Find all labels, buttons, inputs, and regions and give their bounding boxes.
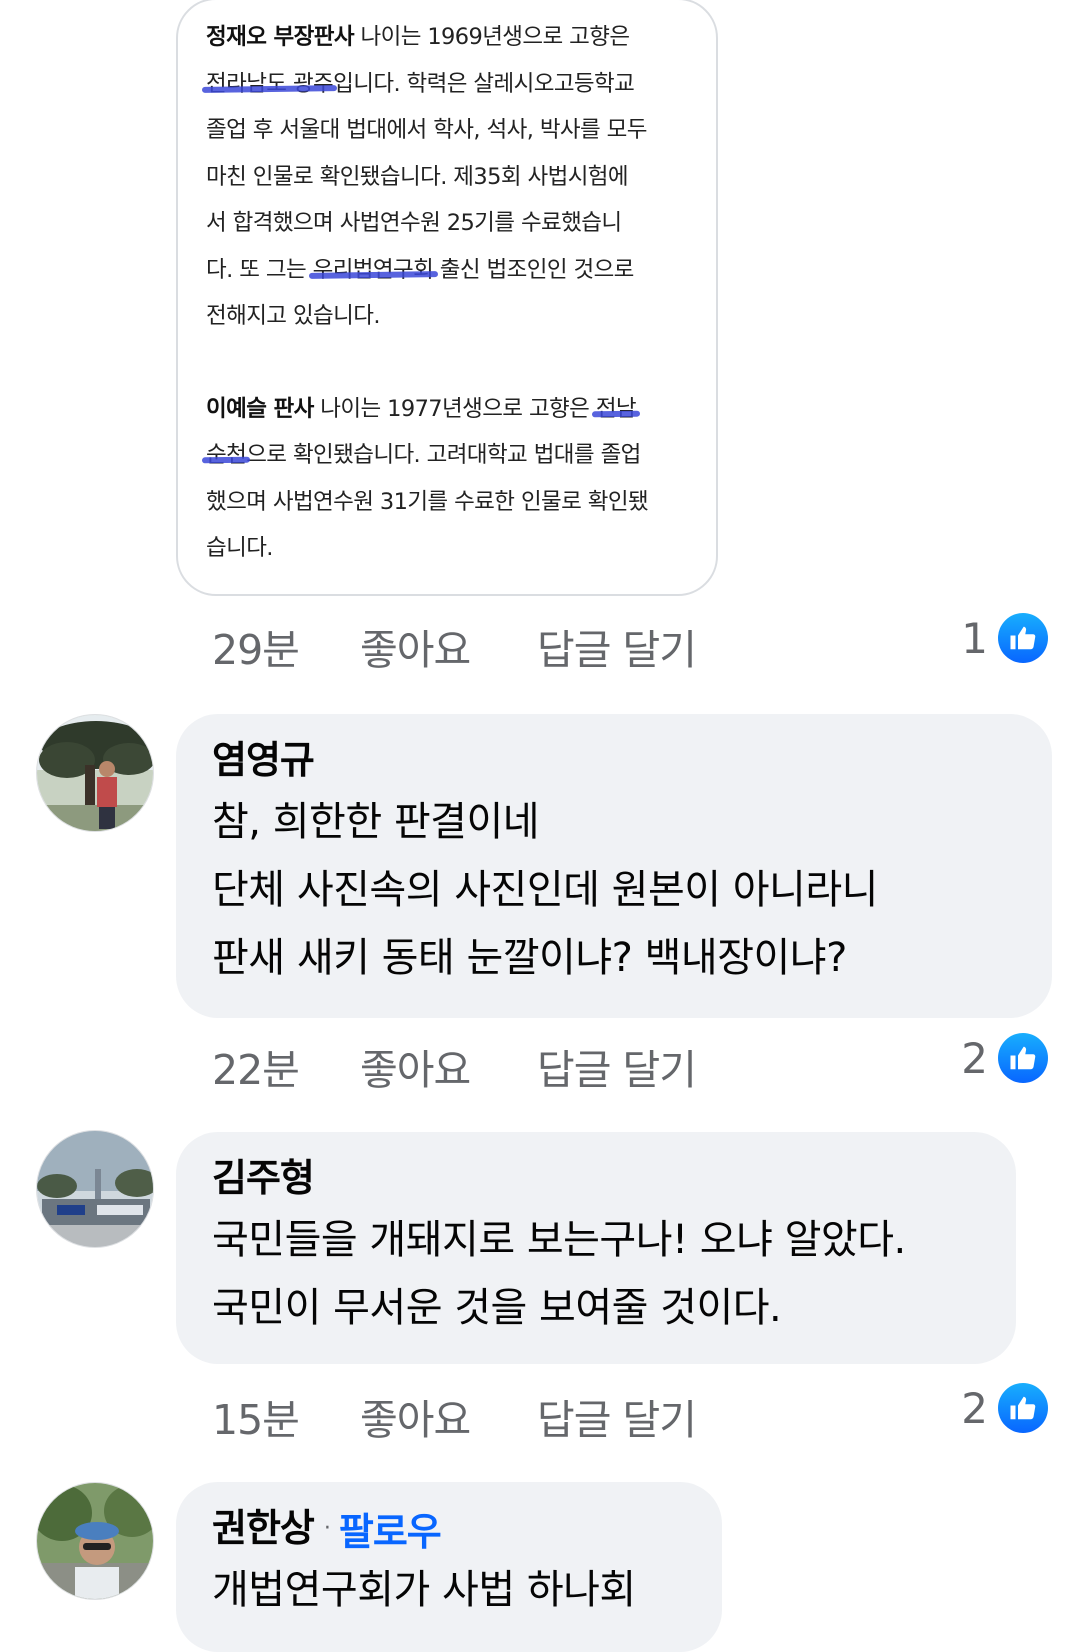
person-name: 정재오 부장판사	[206, 24, 355, 50]
comment-text: 판새 새키 동태 눈깔이냐? 백내장이냐?	[212, 935, 847, 981]
reaction-summary[interactable]: 2	[961, 1030, 1048, 1086]
follow-button[interactable]: 팔로우	[339, 1501, 442, 1556]
comment-text: 국민들을 개돼지로 보는구나! 오냐 알았다.	[212, 1217, 906, 1263]
person-name: 이예슬 판사	[206, 395, 314, 422]
avatar[interactable]	[36, 714, 154, 832]
reaction-count: 1	[961, 613, 988, 663]
like-button[interactable]: 좋아요	[360, 1386, 471, 1446]
comment-actions: 29분 좋아요 답글 달기 1	[212, 613, 1072, 676]
comment-header: 권한상 · 팔로우	[212, 1500, 686, 1556]
highlighted-text: 전남	[595, 395, 637, 422]
timestamp: 22분	[212, 1046, 300, 1094]
like-button[interactable]: 좋아요	[360, 1036, 471, 1096]
thumbs-up-icon	[998, 613, 1048, 663]
reply-button[interactable]: 답글 달기	[537, 616, 697, 676]
comment-text: 참, 희한한 판결이네	[212, 799, 540, 845]
article-text: 정재오 부장판사 나이는 1969년생으로 고향은 전라남도 광주입니다. 학력…	[206, 14, 701, 572]
avatar[interactable]	[36, 1130, 154, 1248]
comment-text: 개법연구회가 사법 하나회	[212, 1567, 636, 1613]
reaction-summary[interactable]: 1	[961, 610, 1048, 666]
highlighted-text: 전라남도 광주	[206, 70, 334, 97]
comment-author[interactable]: 김주형	[212, 1150, 980, 1206]
comment-text: 단체 사진속의 사진인데 원본이 아니라니	[212, 867, 878, 913]
shared-article-image[interactable]: 정재오 부장판사 나이는 1969년생으로 고향은 전라남도 광주입니다. 학력…	[176, 0, 718, 596]
comment-author[interactable]: 염영규	[212, 732, 1016, 788]
comment-text: 국민이 무서운 것을 보여줄 것이다.	[212, 1285, 782, 1331]
highlighted-text: 순천	[206, 442, 247, 468]
comment-actions: 22분 좋아요 답글 달기 2	[212, 1033, 1072, 1096]
reply-button[interactable]: 답글 달기	[537, 1386, 697, 1446]
comment-actions: 15분 좋아요 답글 달기 2	[212, 1383, 1072, 1446]
paragraph-lee: 이예슬 판사 나이는 1977년생으로 고향은 전남 순천으로 확인됐습니다. …	[206, 395, 649, 562]
reaction-count: 2	[961, 1033, 988, 1083]
reaction-summary[interactable]: 2	[961, 1380, 1048, 1436]
thumbs-up-icon	[998, 1033, 1048, 1083]
paragraph-jeong: 정재오 부장판사 나이는 1969년생으로 고향은 전라남도 광주입니다. 학력…	[206, 24, 647, 329]
like-button[interactable]: 좋아요	[360, 616, 471, 676]
highlighted-text: 우리법연구회	[312, 256, 434, 283]
avatar[interactable]	[36, 1482, 154, 1600]
comment-bubble: 김주형 국민들을 개돼지로 보는구나! 오냐 알았다. 국민이 무서운 것을 보…	[176, 1132, 1016, 1364]
reply-button[interactable]: 답글 달기	[537, 1036, 697, 1096]
thumbs-up-icon	[998, 1383, 1048, 1433]
comment-author[interactable]: 권한상	[212, 1500, 315, 1556]
comment-bubble: 염영규 참, 희한한 판결이네 단체 사진속의 사진인데 원본이 아니라니 판새…	[176, 714, 1052, 1018]
separator: ·	[323, 1515, 331, 1541]
reaction-count: 2	[961, 1383, 988, 1433]
timestamp: 15분	[212, 1396, 300, 1444]
timestamp: 29분	[212, 626, 300, 674]
comment-bubble: 권한상 · 팔로우 개법연구회가 사법 하나회	[176, 1482, 722, 1652]
